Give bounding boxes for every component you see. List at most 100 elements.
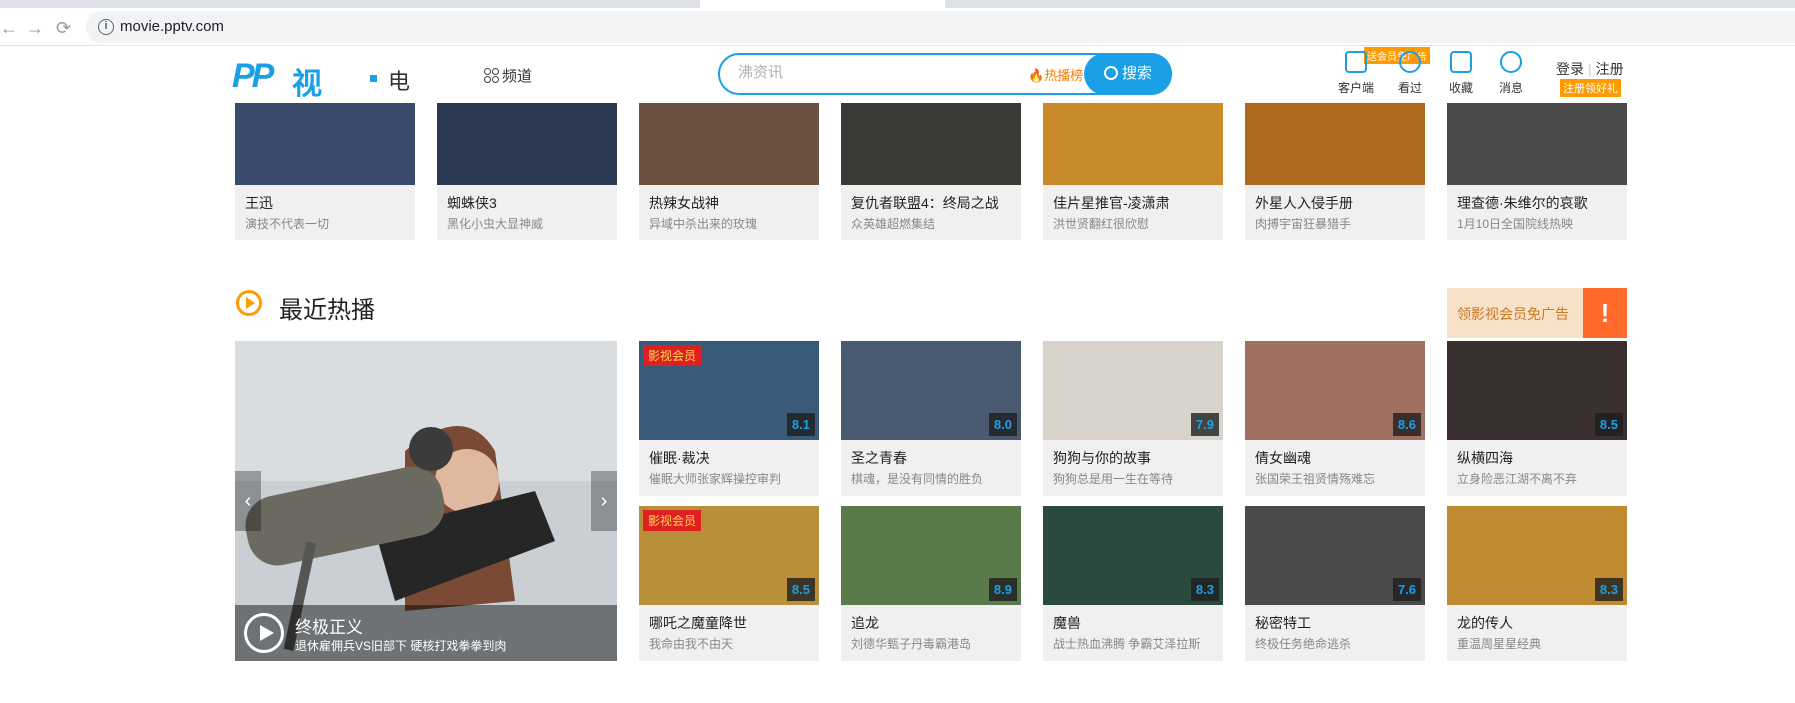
card-subtitle: 演技不代表一切 xyxy=(245,217,330,231)
reload-icon[interactable]: ⟳ xyxy=(56,18,71,39)
card-thumbnail: 8.5 xyxy=(1447,341,1627,440)
rating-score: 8.9 xyxy=(988,578,1017,601)
card-subtitle: 棋魂，是没有同情的胜负 xyxy=(851,472,984,486)
card-thumbnail xyxy=(1245,103,1425,185)
rating-score: 8.3 xyxy=(1190,578,1219,601)
movie-card[interactable]: 7.6 秘密特工终极任务绝命逃杀 xyxy=(1245,506,1425,661)
vip-badge: 影视会员 xyxy=(643,345,702,366)
browser-toolbar: ← → ⟳ i movie.pptv.com xyxy=(0,8,1795,46)
card-thumbnail xyxy=(235,103,415,185)
hot-rank-link[interactable]: 🔥热播榜 xyxy=(1028,65,1083,84)
feature-title: 终极正义 xyxy=(295,618,363,637)
rating-score: 7.9 xyxy=(1190,413,1219,436)
card-title: 蜘蛛侠3 xyxy=(447,195,497,211)
card-thumbnail: 影视会员 8.1 xyxy=(639,341,819,440)
card-title: 追龙 xyxy=(851,615,879,631)
movie-card[interactable]: 8.5 纵横四海立身险恶江湖不离不弃 xyxy=(1447,341,1627,496)
back-icon[interactable]: ← xyxy=(0,18,18,39)
auth-links: 登录 | 注册 xyxy=(1556,61,1624,77)
card-subtitle: 黑化小虫大显神威 xyxy=(447,217,544,231)
card-thumbnail: 8.9 xyxy=(841,506,1021,605)
card-subtitle: 我命由我不由天 xyxy=(649,637,734,651)
history-button[interactable]: 看过 xyxy=(1385,51,1435,96)
flame-icon: 🔥 xyxy=(1028,68,1045,83)
card-title: 王迅 xyxy=(245,195,273,211)
rating-score: 8.5 xyxy=(1594,413,1623,436)
card-subtitle: 立身险恶江湖不离不弃 xyxy=(1457,472,1578,486)
top-strip-card[interactable]: 佳片星推官-凌潇肃 洪世贤翻红很欣慰 xyxy=(1043,103,1223,240)
register-link[interactable]: 注册 xyxy=(1596,61,1624,77)
rating-score: 8.3 xyxy=(1594,578,1623,601)
movie-card[interactable]: 8.0 圣之青春棋魂，是没有同情的胜负 xyxy=(841,341,1021,496)
top-strip-card[interactable]: 外星人入侵手册 肉搏宇宙狂暴猎手 xyxy=(1245,103,1425,240)
play-icon[interactable] xyxy=(244,613,284,653)
vip-ad-banner[interactable]: 领影视会员免广告 ! xyxy=(1447,288,1627,338)
card-title: 佳片星推官-凌潇肃 xyxy=(1053,195,1170,211)
play-circle-icon xyxy=(236,290,262,316)
info-icon[interactable]: i xyxy=(98,19,114,35)
clock-icon xyxy=(1399,51,1421,73)
movie-card[interactable]: 8.6 倩女幽魂 张国荣王祖贤情殇难忘 xyxy=(1245,341,1425,496)
top-strip-card[interactable]: 王迅 演技不代表一切 xyxy=(235,103,415,240)
address-bar[interactable]: i movie.pptv.com xyxy=(86,11,1795,43)
card-title: 复仇者联盟4：终局之战 xyxy=(851,195,999,211)
movie-card[interactable]: 8.3 魔兽战士热血沸腾 争霸艾泽拉斯 xyxy=(1043,506,1223,661)
movie-card[interactable]: 8.3 龙的传人重温周星星经典 xyxy=(1447,506,1627,661)
client-download-button[interactable]: 客户端 xyxy=(1331,51,1381,96)
card-title: 理查德·朱维尔的哀歌 xyxy=(1457,195,1588,211)
card-thumbnail: 8.6 xyxy=(1245,341,1425,440)
rating-score: 7.6 xyxy=(1392,578,1421,601)
card-thumbnail: 7.6 xyxy=(1245,506,1425,605)
search-input[interactable] xyxy=(738,64,988,81)
forward-icon[interactable]: → xyxy=(26,18,44,39)
card-thumbnail xyxy=(1043,103,1223,185)
vip-badge: 影视会员 xyxy=(643,510,702,531)
active-tab[interactable] xyxy=(700,0,945,8)
logo-dot xyxy=(370,75,377,82)
card-subtitle: 重温周星星经典 xyxy=(1457,637,1542,651)
search-button[interactable]: 搜索 xyxy=(1084,53,1172,95)
feature-slide[interactable]: ‹ › 终极正义 退休雇佣兵VS旧部下 硬核打戏拳拳到肉 xyxy=(235,341,617,661)
messages-button[interactable]: 消息 xyxy=(1486,51,1536,96)
section-title: 最近热播 xyxy=(279,297,375,324)
card-subtitle: 催眠大师张家辉操控审判 xyxy=(649,472,782,486)
movie-card[interactable]: 8.9 追龙 刘德华甄子丹毒霸港岛 xyxy=(841,506,1021,661)
alert-icon: ! xyxy=(1583,288,1627,338)
card-title: 哪吒之魔童降世 xyxy=(649,615,747,631)
top-strip-card[interactable]: 蜘蛛侠3 黑化小虫大显神威 xyxy=(437,103,617,240)
browser-tabstrip xyxy=(0,0,1795,8)
card-subtitle: 异域中杀出来的玫瑰 xyxy=(649,217,758,231)
url-text[interactable]: movie.pptv.com xyxy=(120,18,224,35)
login-link[interactable]: 登录 xyxy=(1556,61,1584,77)
card-subtitle: 战士热血沸腾 争霸艾泽拉斯 xyxy=(1053,637,1201,651)
card-thumbnail: 影视会员 8.5 xyxy=(639,506,819,605)
feature-caption: 终极正义 退休雇佣兵VS旧部下 硬核打戏拳拳到肉 xyxy=(235,605,617,661)
movie-card[interactable]: 影视会员 8.5 哪吒之魔童降世 我命由我不由天 xyxy=(639,506,819,661)
channel-menu[interactable]: 频道 xyxy=(484,65,532,86)
card-title: 催眠·裁决 xyxy=(649,450,710,466)
channel-label: 频道 xyxy=(502,68,533,85)
favorites-button[interactable]: 收藏 xyxy=(1436,51,1486,96)
next-arrow[interactable]: › xyxy=(591,471,617,531)
card-title: 外星人入侵手册 xyxy=(1255,195,1353,211)
movie-card[interactable]: 影视会员 8.1 催眠·裁决催眠大师张家辉操控审判 xyxy=(639,341,819,496)
top-strip-card[interactable]: 热辣女战神 异域中杀出来的玫瑰 xyxy=(639,103,819,240)
card-title: 纵横四海 xyxy=(1457,450,1513,466)
top-strip-card[interactable]: 理查德·朱维尔的哀歌 1月10日全国院线热映 xyxy=(1447,103,1627,240)
card-subtitle: 终极任务绝命逃杀 xyxy=(1255,637,1352,651)
prev-arrow[interactable]: ‹ xyxy=(235,471,261,531)
search-box: 🔥热播榜 搜索 xyxy=(718,53,1172,95)
card-thumbnail xyxy=(437,103,617,185)
card-title: 狗狗与你的故事 xyxy=(1053,450,1151,466)
register-gift-badge[interactable]: 注册领好礼 xyxy=(1560,79,1621,97)
movie-card[interactable]: 7.9 狗狗与你的故事 狗狗总是用一生在等待 xyxy=(1043,341,1223,496)
card-title: 圣之青春 xyxy=(851,450,907,466)
top-strip-card[interactable]: 复仇者联盟4：终局之战 众英雄超燃集结 xyxy=(841,103,1021,240)
card-title: 魔兽 xyxy=(1053,615,1081,631)
card-subtitle: 1月10日全国院线热映 xyxy=(1457,217,1574,231)
message-icon xyxy=(1500,51,1522,73)
card-thumbnail: 8.0 xyxy=(841,341,1021,440)
card-title: 龙的传人 xyxy=(1457,615,1513,631)
card-title: 秘密特工 xyxy=(1255,615,1311,631)
card-subtitle: 洪世贤翻红很欣慰 xyxy=(1053,217,1150,231)
